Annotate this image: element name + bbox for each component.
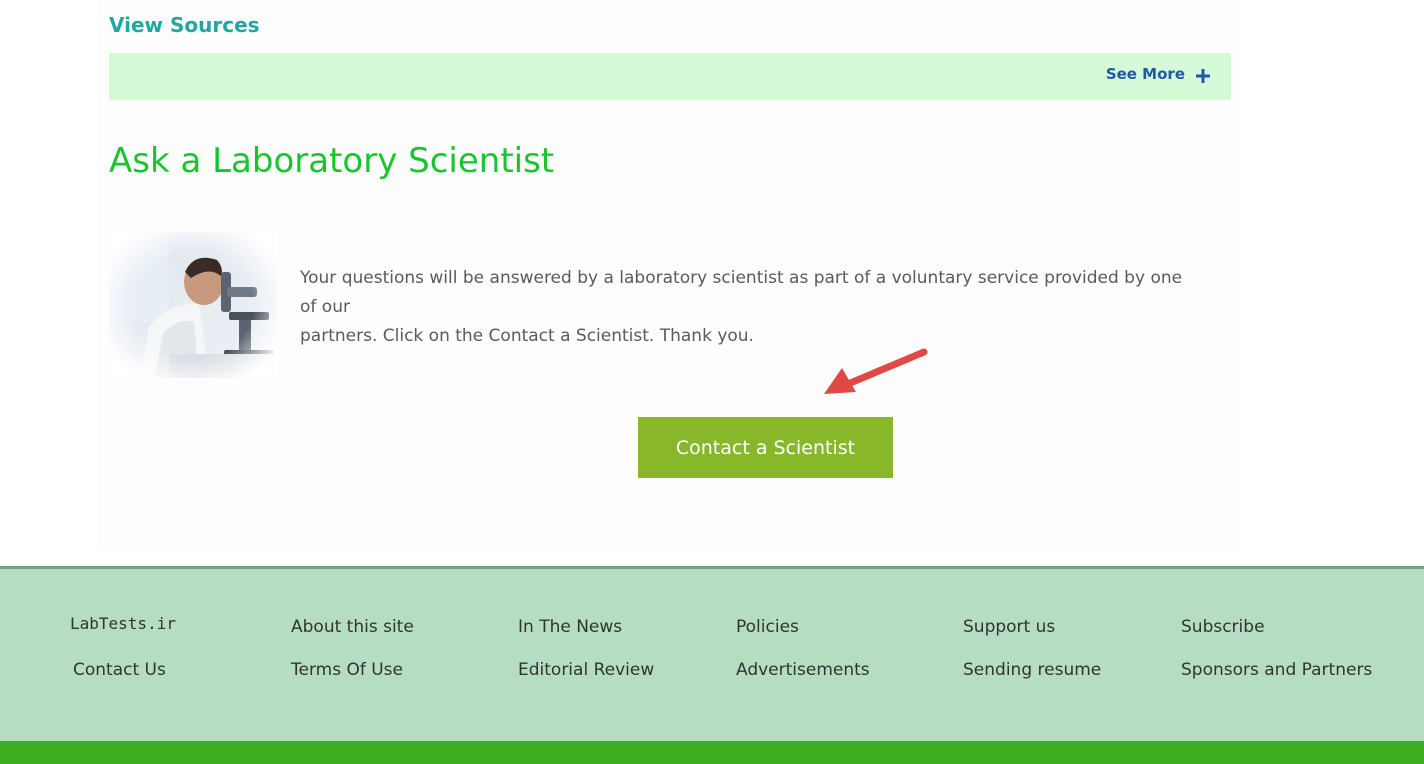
view-sources-link[interactable]: View Sources [109,13,260,37]
footer-link-policies[interactable]: Policies [736,617,799,637]
footer-link-advertisements[interactable]: Advertisements [736,660,870,680]
footer-link-resume[interactable]: Sending resume [963,660,1101,680]
see-more-bar: See More [109,53,1231,100]
footer-link-subscribe[interactable]: Subscribe [1181,617,1265,637]
section-title: Ask a Laboratory Scientist [109,141,555,181]
plus-icon [1196,69,1210,83]
page: View Sources See More Ask a Laboratory S… [0,0,1424,764]
see-more-button[interactable]: See More [1106,65,1211,83]
footer-link-editorial[interactable]: Editorial Review [518,660,654,680]
footer: LabTests.ir Contact Us About this site T… [0,566,1424,741]
see-more-label: See More [1105,65,1185,83]
intro-text: Your questions will be answered by a lab… [300,264,1200,351]
arrow-annotation [824,348,928,394]
bottom-bar [0,741,1424,764]
footer-link-terms[interactable]: Terms Of Use [291,660,403,680]
footer-link-about[interactable]: About this site [291,617,414,637]
intro-text-line1: Your questions will be answered by a lab… [300,268,1183,317]
intro-text-line2: partners. Click on the Contact a Scienti… [300,326,754,346]
scientist-photo [109,232,277,378]
footer-link-support[interactable]: Support us [963,617,1055,637]
footer-link-contact-us[interactable]: Contact Us [73,660,166,680]
contact-scientist-button[interactable]: Contact a Scientist [638,417,893,478]
footer-link-labtests[interactable]: LabTests.ir [70,614,176,633]
footer-link-sponsors[interactable]: Sponsors and Partners [1181,660,1372,680]
footer-link-news[interactable]: In The News [518,617,622,637]
